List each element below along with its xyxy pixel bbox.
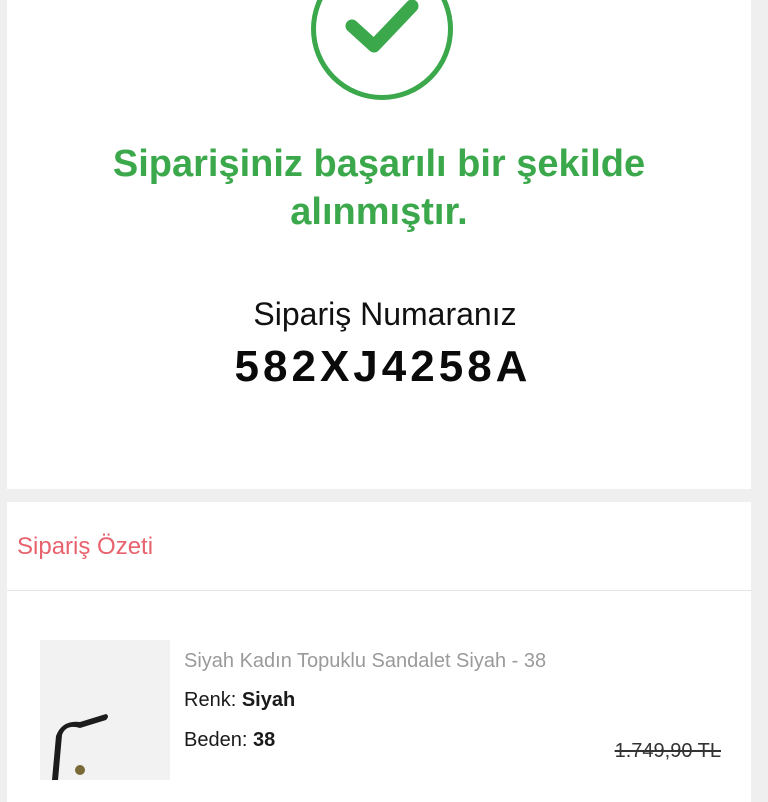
success-message: Siparişiniz başarılı bir şekilde alınmış…: [112, 143, 646, 233]
order-number: 582XJ4258A: [234, 342, 532, 391]
order-summary-title: Sipariş Özeti: [17, 533, 154, 560]
old-price: 1.749,90 TL: [614, 740, 721, 762]
color-label: Renk:: [184, 689, 237, 711]
order-summary-card: Sipariş Özeti Siyah Kadın Topuklu Sandal…: [7, 502, 751, 802]
order-success-card: Siparişiniz başarılı bir şekilde alınmış…: [7, 0, 751, 489]
check-circle-icon: [311, 0, 453, 100]
product-size: Beden: 38: [184, 727, 275, 753]
product-name[interactable]: Siyah Kadın Topuklu Sandalet Siyah - 38: [184, 648, 546, 674]
size-label: Beden:: [184, 729, 248, 751]
product-image[interactable]: [40, 640, 170, 780]
divider: [7, 590, 751, 591]
product-color: Renk: Siyah: [184, 687, 295, 713]
size-value: 38: [252, 729, 276, 751]
order-number-label: Sipariş Numaranız: [253, 296, 517, 332]
color-value: Siyah: [241, 689, 296, 711]
